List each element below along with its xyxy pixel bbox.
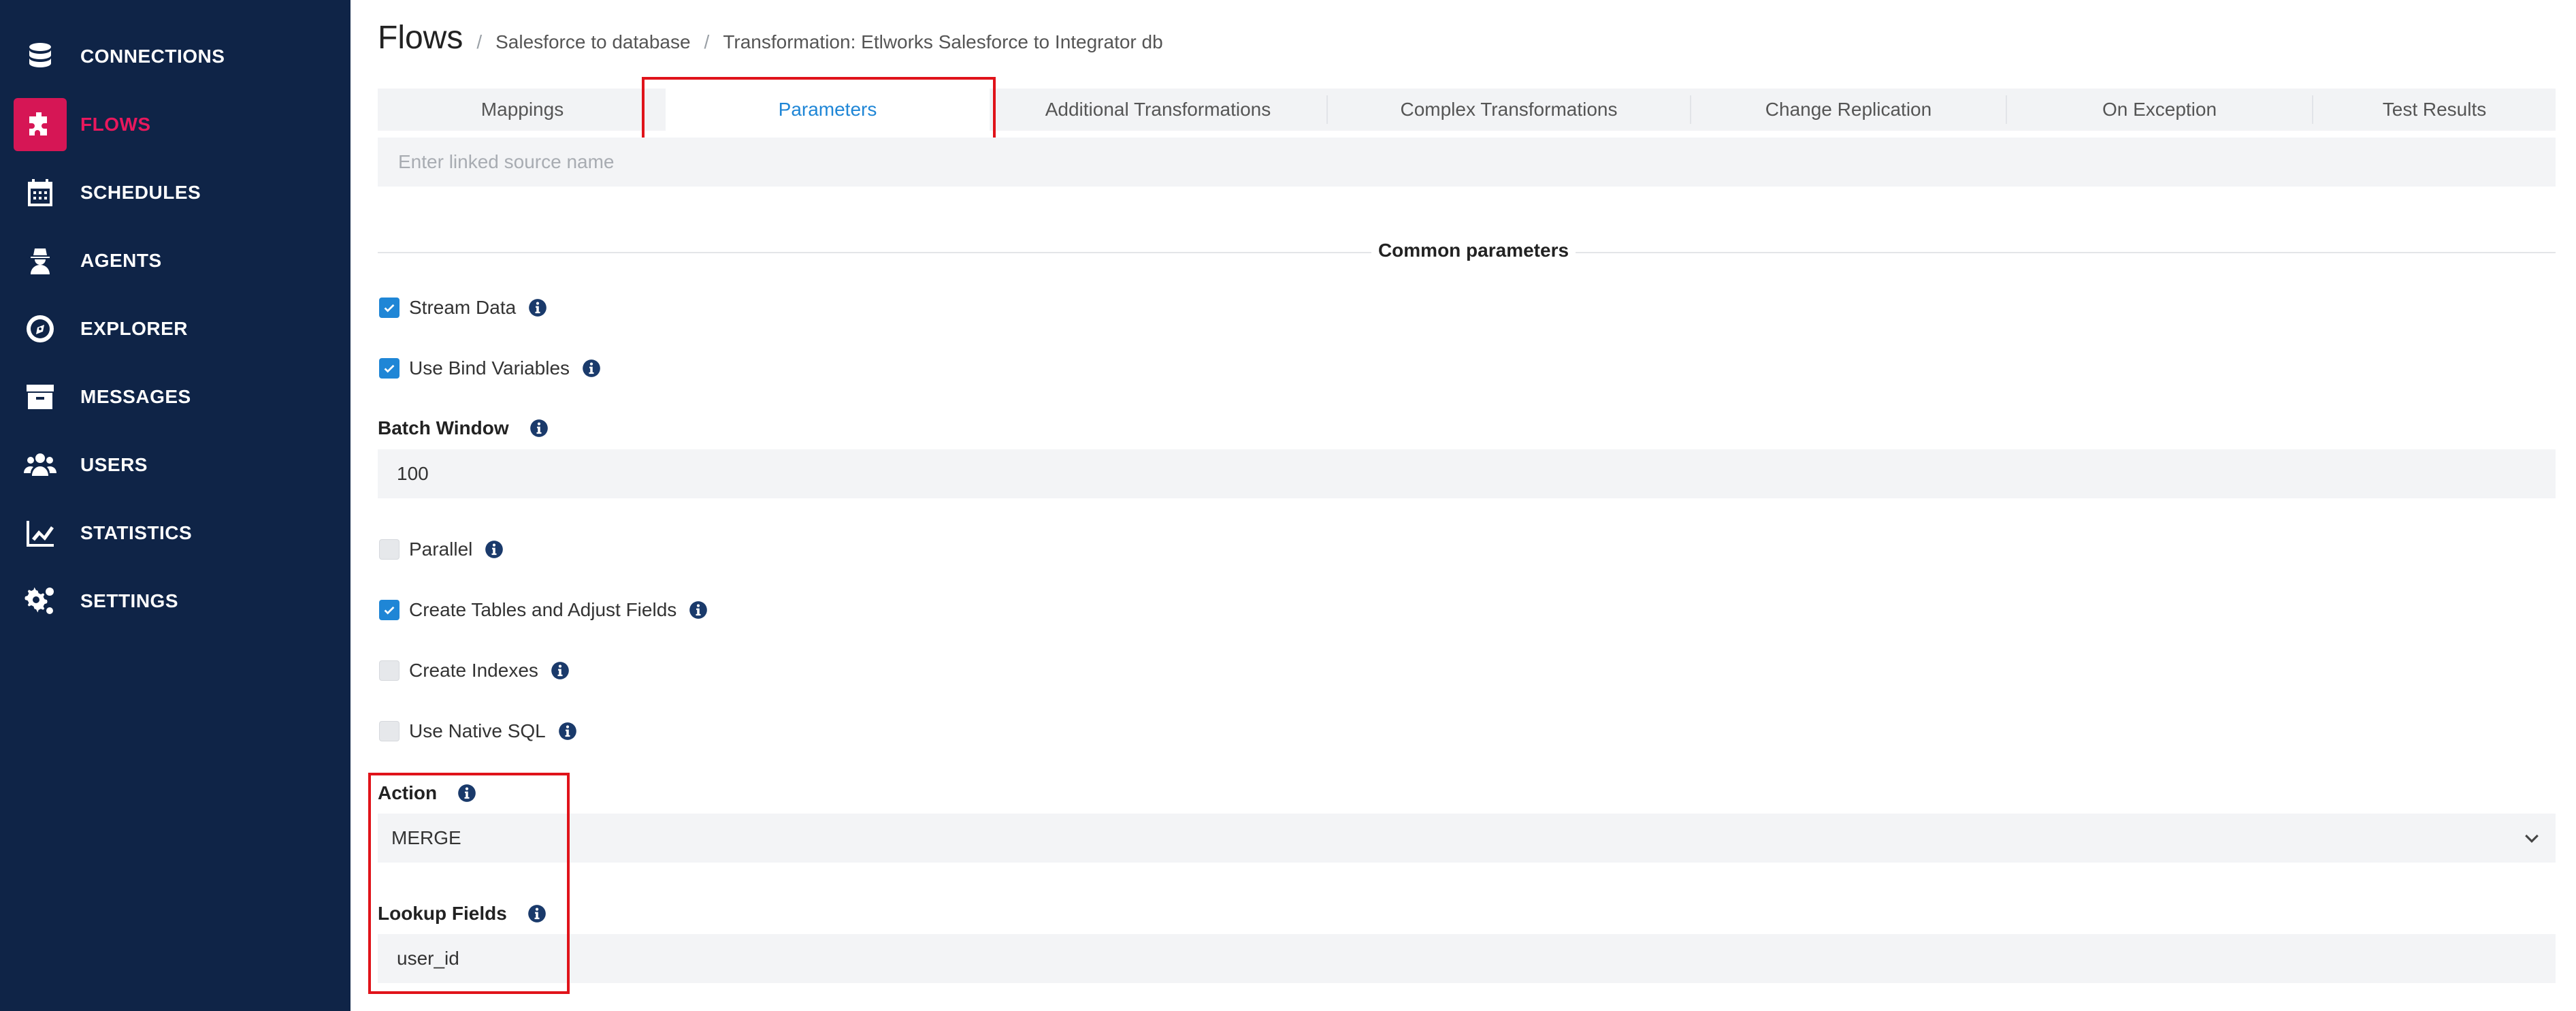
linked-source-field[interactable] [378,138,2556,187]
stream-data-label: Stream Data [409,297,517,318]
native-sql-checkbox[interactable] [379,721,400,741]
nav-label: MESSAGES [80,386,191,407]
parallel-row: Parallel [379,536,504,563]
bind-variables-row: Use Bind Variables [379,355,601,382]
tab-additional-transformations[interactable]: Additional Transformations [990,89,1326,131]
chevron-down-icon [2525,834,2539,843]
archive-icon [14,370,67,423]
nav-label: SCHEDULES [80,182,201,203]
puzzle-icon [14,98,67,151]
create-tables-checkbox[interactable] [379,600,400,620]
native-sql-label: Use Native SQL [409,720,546,741]
nav-schedules[interactable]: SCHEDULES [14,165,333,220]
stream-data-row: Stream Data [379,294,547,321]
nav-settings[interactable]: SETTINGS [14,574,333,628]
linked-source-input[interactable] [397,150,2556,174]
agent-icon [14,234,67,287]
tab-complex-transformations[interactable]: Complex Transformations [1328,89,1690,131]
nav-agents[interactable]: AGENTS [14,234,333,288]
tab-mappings[interactable]: Mappings [378,89,667,131]
create-indexes-checkbox[interactable] [379,660,400,681]
users-icon [14,438,67,492]
batch-window-field[interactable]: 100 [378,449,2556,498]
breadcrumb-item: Transformation: Etlworks Salesforce to I… [723,31,1163,52]
info-icon[interactable] [582,359,601,378]
nav-messages[interactable]: MESSAGES [14,370,333,424]
batch-window-value: 100 [397,463,429,484]
section-title: Common parameters [1371,240,1576,261]
tab-on-exception[interactable]: On Exception [2007,89,2312,131]
info-icon[interactable] [529,419,549,438]
parallel-label: Parallel [409,539,473,560]
tab-highlight-box [642,77,996,142]
stream-data-checkbox[interactable] [379,298,400,318]
nav-label: AGENTS [80,250,162,271]
breadcrumb-item[interactable]: Salesforce to database [495,31,690,53]
nav-label: EXPLORER [80,318,189,339]
info-icon[interactable] [689,600,708,620]
bind-variables-checkbox[interactable] [379,358,400,379]
tab-change-replication[interactable]: Change Replication [1691,89,2006,131]
nav-explorer[interactable]: EXPLORER [14,302,333,356]
nav-flows[interactable]: FLOWS [14,97,333,152]
native-sql-row: Use Native SQL [379,718,577,745]
action-lookup-highlight-box [368,773,570,994]
compass-icon [14,302,67,355]
nav-label: SETTINGS [80,590,179,611]
bind-variables-label: Use Bind Variables [409,357,570,379]
nav-label: USERS [80,454,148,475]
batch-window-label-row: Batch Window [378,415,549,442]
info-icon[interactable] [558,722,577,741]
breadcrumb-separator: / [476,31,483,52]
create-indexes-row: Create Indexes [379,657,570,684]
info-icon[interactable] [485,540,504,559]
sidebar: CONNECTIONS FLOWS SCHEDULES AGENTS EXPLO… [0,0,350,1011]
breadcrumb-separator: / [704,31,710,52]
nav-label: FLOWS [80,114,151,135]
batch-window-label: Batch Window [378,417,509,438]
breadcrumb: Flows / Salesforce to database / Transfo… [378,19,1163,67]
main-content: Flows / Salesforce to database / Transfo… [350,0,2576,1011]
nav-label: STATISTICS [80,522,193,543]
gears-icon [14,575,67,628]
tab-test-results[interactable]: Test Results [2313,89,2556,131]
create-indexes-label: Create Indexes [409,660,538,681]
info-icon[interactable] [528,298,547,317]
lookup-fields-field[interactable]: user_id [378,934,2556,983]
nav-label: CONNECTIONS [80,46,225,67]
parallel-checkbox[interactable] [379,539,400,560]
calendar-icon [14,166,67,219]
action-select[interactable]: MERGE [378,814,2556,863]
create-tables-label: Create Tables and Adjust Fields [409,599,677,620]
nav-users[interactable]: USERS [14,438,333,492]
nav-statistics[interactable]: STATISTICS [14,506,333,560]
create-tables-row: Create Tables and Adjust Fields [379,596,708,624]
database-icon [14,30,67,83]
info-icon[interactable] [551,661,570,680]
page-title[interactable]: Flows [378,19,463,57]
chart-line-icon [14,507,67,560]
nav-connections[interactable]: CONNECTIONS [14,29,333,84]
